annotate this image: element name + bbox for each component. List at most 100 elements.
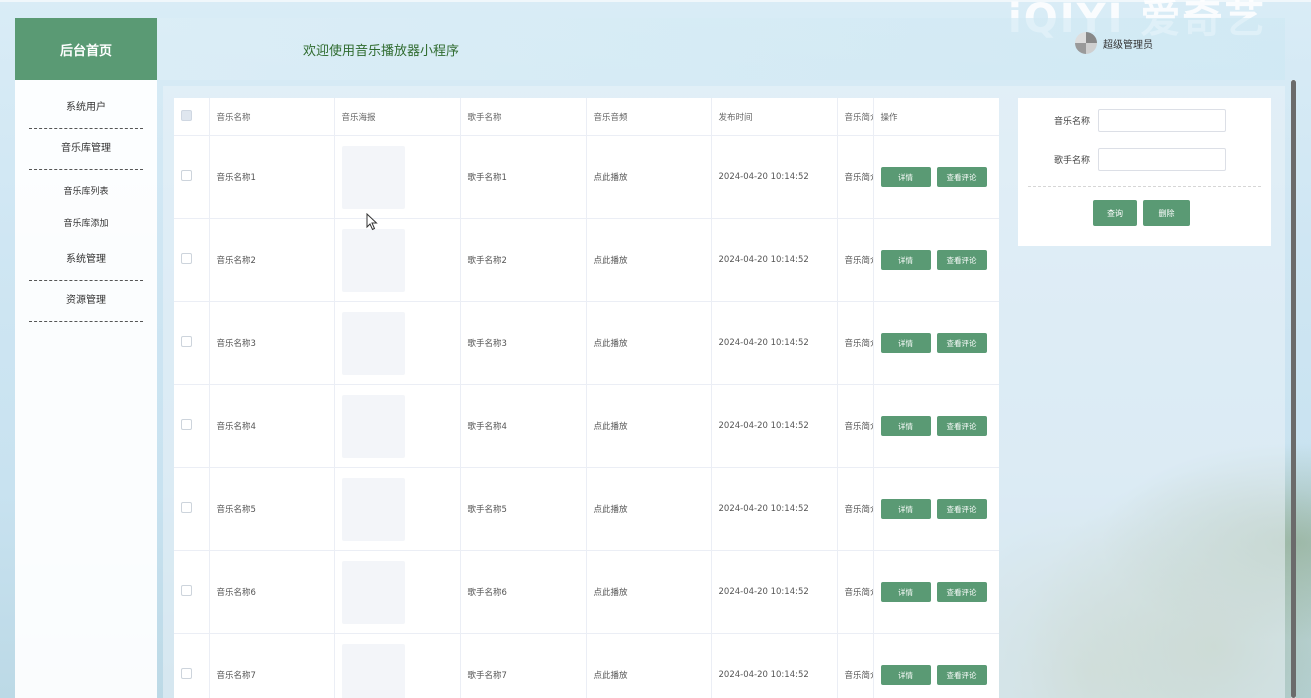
table-row: 音乐名称6 歌手名称6 点此播放 2024-04-20 10:14:52 音乐简…: [174, 550, 999, 634]
row-checkbox[interactable]: [181, 668, 192, 679]
cell-play-audio-link[interactable]: 点此播放: [586, 633, 712, 698]
sidebar-item-music-library-management[interactable]: 音乐库管理: [29, 129, 143, 170]
select-all-checkbox[interactable]: [181, 109, 192, 121]
detail-button[interactable]: 详情: [880, 665, 931, 685]
singer-name-label: 歌手名称: [1053, 156, 1090, 166]
view-comments-button[interactable]: 查看评论: [936, 499, 987, 519]
user-name[interactable]: 超级管理员: [1103, 36, 1153, 51]
column-header-music-name[interactable]: 音乐名称: [209, 98, 335, 136]
sidebar-item-system-users[interactable]: 系统用户: [29, 88, 143, 129]
cell-singer-name: 歌手名称2: [460, 218, 587, 302]
cell-singer-name: 歌手名称5: [460, 467, 587, 551]
row-checkbox[interactable]: [181, 336, 192, 347]
sidebar-item-music-library-add[interactable]: 音乐库添加: [29, 208, 143, 240]
column-header-operations: 操作: [873, 98, 999, 136]
row-checkbox[interactable]: [181, 253, 192, 264]
table-row: 音乐名称2 歌手名称2 点此播放 2024-04-20 10:14:52 音乐简…: [174, 218, 999, 302]
sidebar: 后台首页 系统用户 音乐库管理 音乐库列表 音乐库添加 系统管理 资源管理: [15, 18, 157, 698]
column-header-singer-name[interactable]: 歌手名称: [460, 98, 587, 136]
music-poster-image[interactable]: [341, 311, 405, 375]
detail-button[interactable]: 详情: [880, 416, 931, 436]
cell-singer-name: 歌手名称7: [460, 633, 587, 698]
music-table: 音乐名称 音乐海报 歌手名称 音乐音频 发布时间 音乐简介 操作 音乐名称1 歌…: [174, 98, 999, 698]
singer-name-field: 歌手名称: [1018, 148, 1226, 171]
cell-music-name: 音乐名称2: [209, 218, 335, 302]
column-header-publish-time[interactable]: 发布时间: [711, 98, 838, 136]
cell-singer-name: 歌手名称3: [460, 301, 587, 385]
search-panel: 音乐名称 歌手名称 查询 删除: [1018, 98, 1271, 246]
cell-play-audio-link[interactable]: 点此播放: [586, 218, 712, 302]
view-comments-button[interactable]: 查看评论: [936, 167, 987, 187]
cell-singer-name: 歌手名称6: [460, 550, 587, 634]
cell-music-intro: 音乐简介2: [837, 218, 874, 302]
detail-button[interactable]: 详情: [880, 167, 931, 187]
music-poster-image[interactable]: [341, 394, 405, 458]
scrollbar-thumb[interactable]: [1291, 80, 1296, 698]
cell-play-audio-link[interactable]: 点此播放: [586, 384, 712, 468]
table-row: 音乐名称7 歌手名称7 点此播放 2024-04-20 10:14:52 音乐简…: [174, 633, 999, 698]
music-poster-image[interactable]: [341, 477, 405, 541]
detail-button[interactable]: 详情: [880, 333, 931, 353]
row-checkbox[interactable]: [181, 585, 192, 596]
sidebar-brand-home[interactable]: 后台首页: [15, 18, 157, 80]
cell-music-name: 音乐名称3: [209, 301, 335, 385]
cell-music-name: 音乐名称5: [209, 467, 335, 551]
sidebar-item-resource-management[interactable]: 资源管理: [29, 281, 143, 322]
table-row: 音乐名称5 歌手名称5 点此播放 2024-04-20 10:14:52 音乐简…: [174, 467, 999, 551]
cell-music-intro: 音乐简介5: [837, 467, 874, 551]
cell-play-audio-link[interactable]: 点此播放: [586, 135, 712, 219]
column-header-music-audio[interactable]: 音乐音频: [586, 98, 712, 136]
cell-singer-name: 歌手名称1: [460, 135, 587, 219]
cell-publish-time: 2024-04-20 10:14:52: [711, 135, 838, 219]
music-poster-image[interactable]: [341, 560, 405, 624]
avatar[interactable]: [1075, 32, 1097, 54]
cell-music-intro: 音乐简介3: [837, 301, 874, 385]
cell-music-name: 音乐名称4: [209, 384, 335, 468]
music-name-input[interactable]: [1098, 109, 1226, 132]
table-row: 音乐名称1 歌手名称1 点此播放 2024-04-20 10:14:52 音乐简…: [174, 135, 999, 219]
row-checkbox[interactable]: [181, 170, 192, 181]
music-poster-image[interactable]: [341, 643, 405, 698]
view-comments-button[interactable]: 查看评论: [936, 333, 987, 353]
cell-music-intro: 音乐简介6: [837, 550, 874, 634]
cell-publish-time: 2024-04-20 10:14:52: [711, 633, 838, 698]
cell-play-audio-link[interactable]: 点此播放: [586, 467, 712, 551]
table-row: 音乐名称3 歌手名称3 点此播放 2024-04-20 10:14:52 音乐简…: [174, 301, 999, 385]
cell-music-intro: 音乐简介7: [837, 633, 874, 698]
music-name-field: 音乐名称: [1018, 109, 1226, 132]
column-header-music-poster[interactable]: 音乐海报: [334, 98, 461, 136]
row-checkbox[interactable]: [181, 419, 192, 430]
sidebar-item-music-library-list[interactable]: 音乐库列表: [29, 176, 143, 208]
row-checkbox[interactable]: [181, 502, 192, 513]
cell-singer-name: 歌手名称4: [460, 384, 587, 468]
table-row: 音乐名称4 歌手名称4 点此播放 2024-04-20 10:14:52 音乐简…: [174, 384, 999, 468]
view-comments-button[interactable]: 查看评论: [936, 250, 987, 270]
singer-name-input[interactable]: [1098, 148, 1226, 171]
cell-publish-time: 2024-04-20 10:14:52: [711, 550, 838, 634]
detail-button[interactable]: 详情: [880, 499, 931, 519]
view-comments-button[interactable]: 查看评论: [936, 416, 987, 436]
column-header-music-intro[interactable]: 音乐简介: [837, 98, 874, 136]
page-scrollbar[interactable]: [1291, 80, 1296, 698]
detail-button[interactable]: 详情: [880, 250, 931, 270]
cell-publish-time: 2024-04-20 10:14:52: [711, 218, 838, 302]
view-comments-button[interactable]: 查看评论: [936, 582, 987, 602]
cell-play-audio-link[interactable]: 点此播放: [586, 550, 712, 634]
cell-play-audio-link[interactable]: 点此播放: [586, 301, 712, 385]
search-button[interactable]: 查询: [1093, 200, 1137, 226]
cell-music-name: 音乐名称1: [209, 135, 335, 219]
sidebar-menu: 系统用户 音乐库管理 音乐库列表 音乐库添加 系统管理 资源管理: [15, 80, 157, 322]
view-comments-button[interactable]: 查看评论: [936, 665, 987, 685]
music-poster-image[interactable]: [341, 228, 405, 292]
welcome-title: 欢迎使用音乐播放器小程序: [303, 44, 460, 59]
top-header: 欢迎使用音乐播放器小程序 超级管理员: [157, 18, 1285, 80]
music-poster-image[interactable]: [341, 145, 405, 209]
user-menu[interactable]: 超级管理员: [1075, 32, 1153, 54]
cell-music-intro: 音乐简介4: [837, 384, 874, 468]
delete-button[interactable]: 删除: [1143, 200, 1190, 226]
music-name-label: 音乐名称: [1053, 117, 1090, 127]
detail-button[interactable]: 详情: [880, 582, 931, 602]
cell-music-intro: 音乐简介1: [837, 135, 874, 219]
cell-music-name: 音乐名称7: [209, 633, 335, 698]
sidebar-item-system-management[interactable]: 系统管理: [29, 240, 143, 281]
